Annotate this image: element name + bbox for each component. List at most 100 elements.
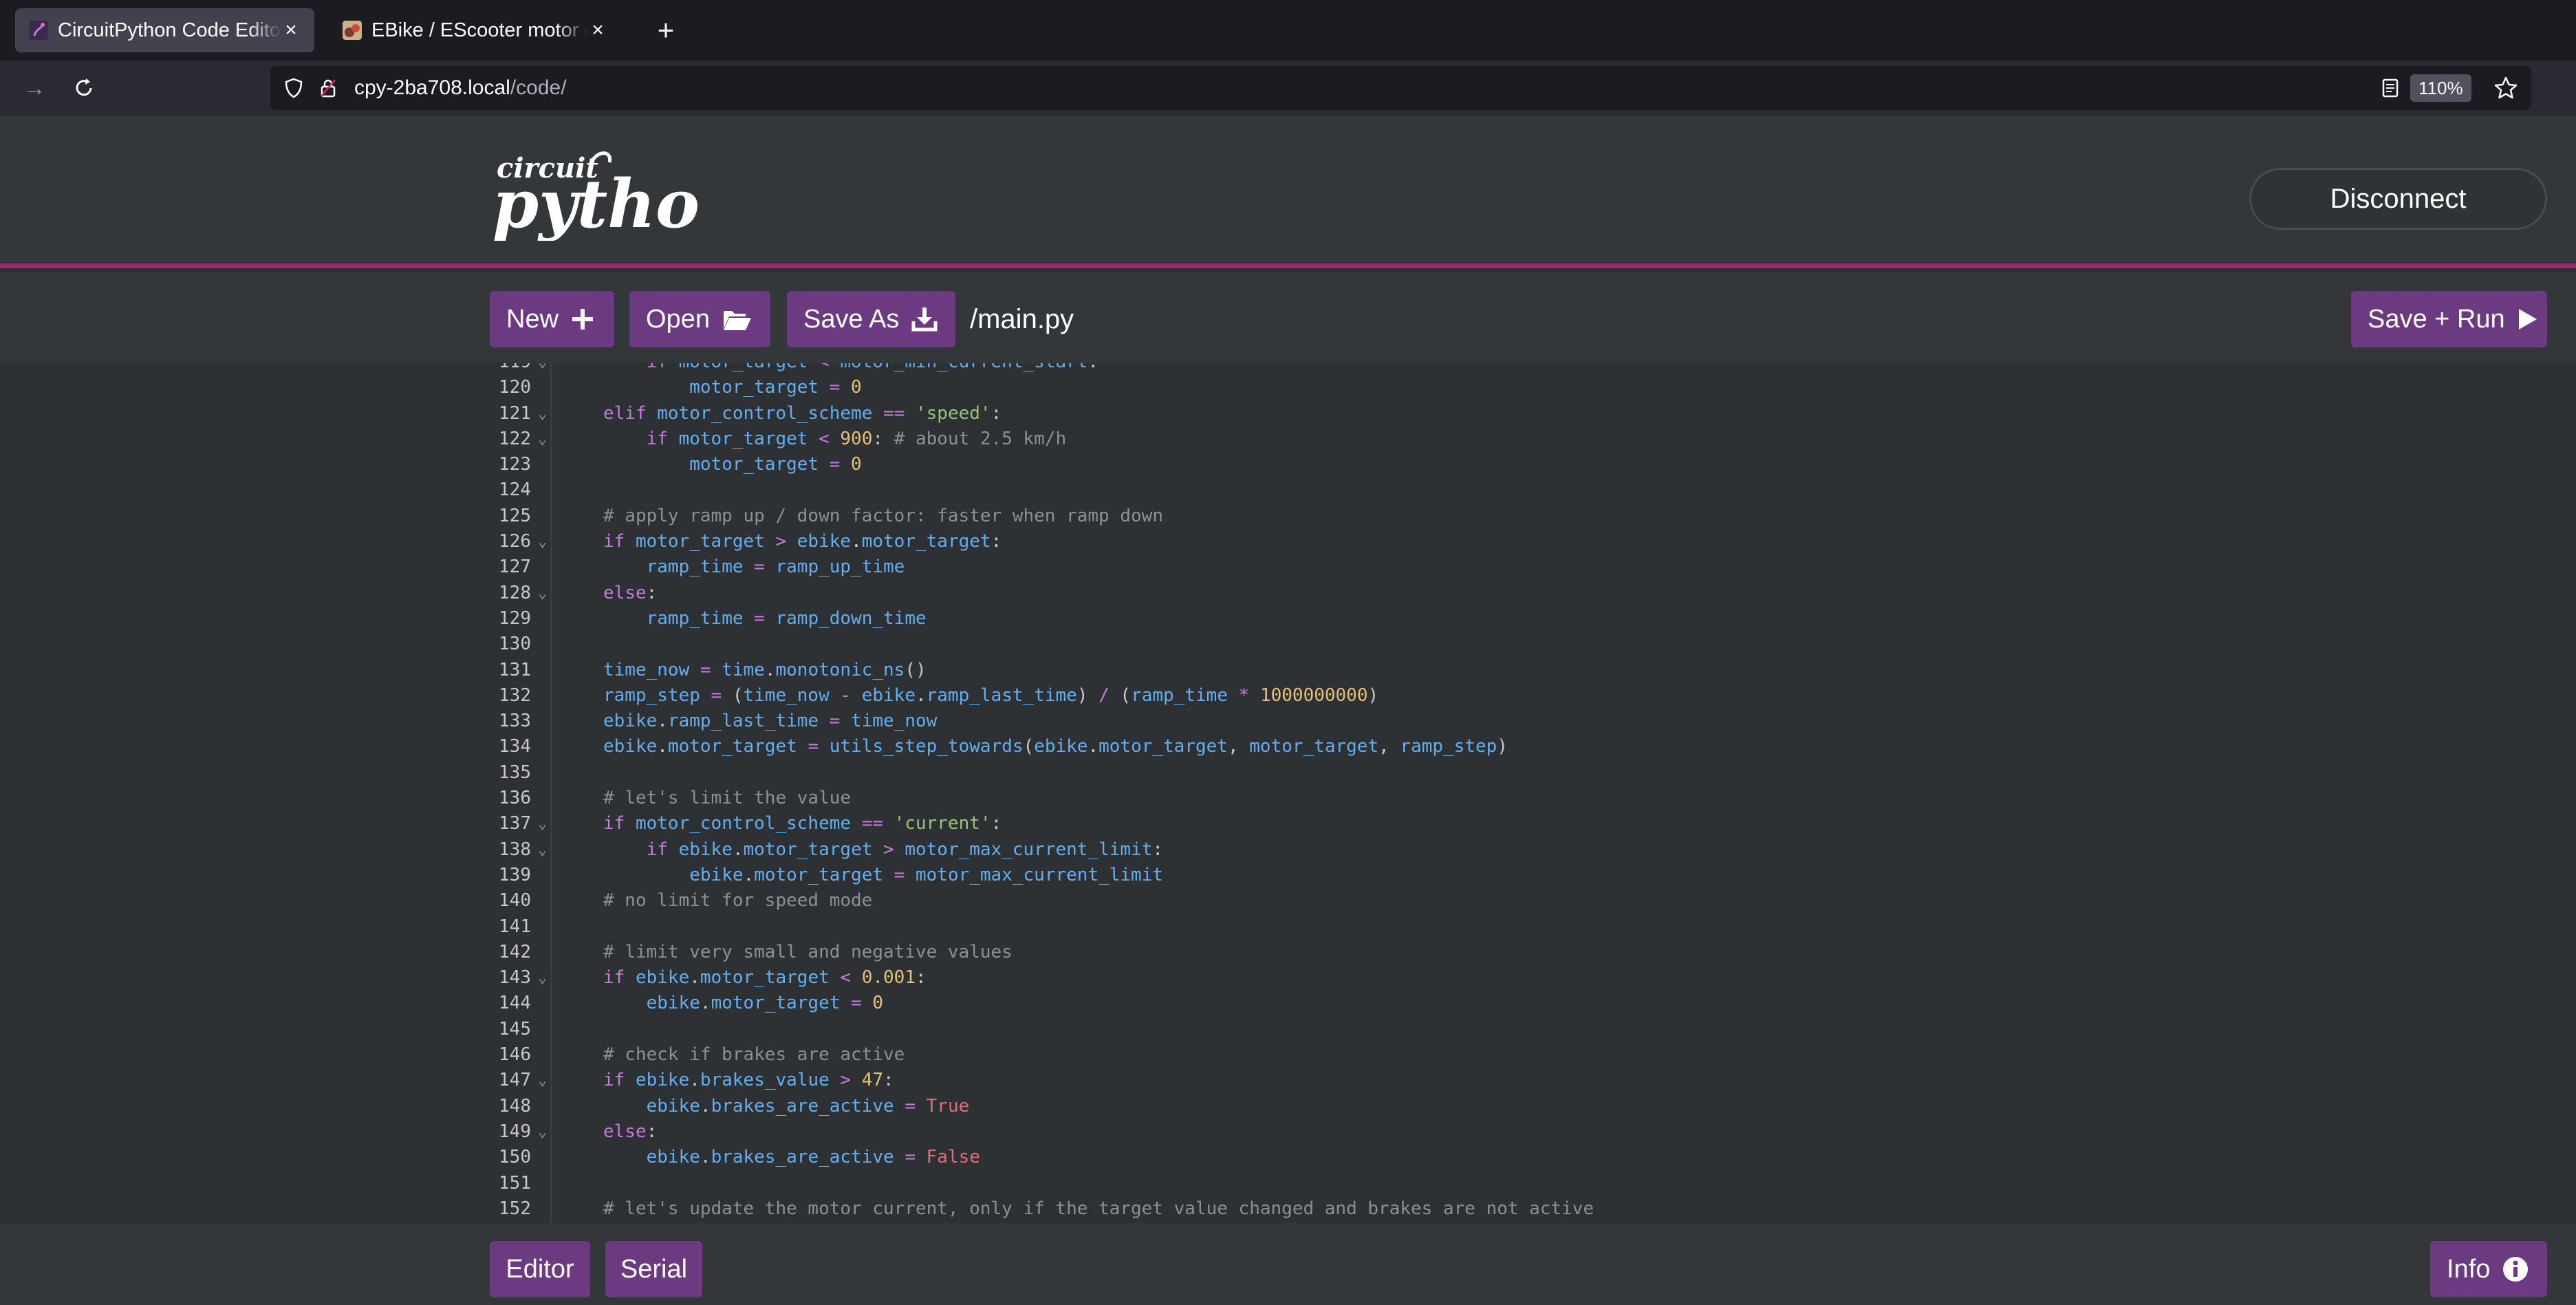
code-text[interactable]: if motor_control_scheme == 'current': bbox=[603, 811, 1002, 837]
code-text[interactable]: elif motor_control_scheme == 'speed': bbox=[603, 401, 1002, 427]
code-line[interactable]: 125 # apply ramp up / down factor: faster… bbox=[0, 504, 2576, 529]
code-text[interactable]: # apply ramp up / down factor: faster wh… bbox=[603, 504, 1163, 529]
code-text[interactable]: if ebike.motor_target < 0.001: bbox=[603, 965, 927, 991]
code-lines[interactable]: 119 ⌄ if motor_target < motor_min_current… bbox=[0, 363, 2576, 1222]
code-text[interactable]: ebike.motor_target = 0 bbox=[603, 991, 883, 1016]
new-file-button[interactable]: New bbox=[490, 291, 614, 347]
code-text[interactable]: ramp_time = ramp_down_time bbox=[603, 606, 927, 632]
code-line[interactable]: 144 ebike.motor_target = 0 bbox=[0, 991, 2576, 1016]
code-line[interactable]: 131 time_now = time.monotonic_ns() bbox=[0, 658, 2576, 683]
code-text[interactable]: else: bbox=[603, 581, 657, 606]
close-tab-icon[interactable]: × bbox=[588, 19, 607, 42]
code-token: motor_max_current_limit bbox=[905, 839, 1153, 860]
fold-chevron-icon[interactable]: ⌄ bbox=[538, 811, 547, 837]
code-text[interactable]: # no limit for speed mode bbox=[603, 888, 872, 914]
fold-chevron-icon[interactable]: ⌄ bbox=[538, 1068, 547, 1093]
code-line[interactable]: 146 # check if brakes are active bbox=[0, 1042, 2576, 1068]
code-editor[interactable]: 119 ⌄ if motor_target < motor_min_current… bbox=[0, 363, 2576, 1223]
code-text[interactable]: if motor_target > ebike.motor_target: bbox=[603, 529, 1002, 554]
tab-circuitpython-editor[interactable]: CircuitPython Code Editor × bbox=[15, 8, 314, 52]
code-line[interactable]: 124 bbox=[0, 477, 2576, 503]
fold-chevron-icon[interactable]: ⌄ bbox=[538, 401, 547, 427]
code-token: = bbox=[754, 557, 765, 578]
code-text[interactable]: # let's update the motor current, only i… bbox=[603, 1196, 1594, 1222]
code-text[interactable]: else: bbox=[603, 1119, 657, 1145]
code-line[interactable]: 142 # limit very small and negative value… bbox=[0, 940, 2576, 965]
editor-tab-button[interactable]: Editor bbox=[490, 1241, 590, 1297]
code-line[interactable]: 130 bbox=[0, 632, 2576, 657]
bookmark-star-icon[interactable] bbox=[2493, 76, 2518, 100]
code-text[interactable]: motor_target = 0 bbox=[603, 452, 861, 477]
lock-icon[interactable] bbox=[317, 77, 339, 99]
fold-chevron-icon[interactable]: ⌄ bbox=[538, 581, 547, 606]
address-bar[interactable]: cpy-2ba708.local/code/ 110% bbox=[270, 66, 2531, 110]
code-line[interactable]: 149 ⌄ else: bbox=[0, 1119, 2576, 1145]
code-line[interactable]: 143 ⌄ if ebike.motor_target < 0.001: bbox=[0, 965, 2576, 991]
code-text[interactable]: # check if brakes are active bbox=[603, 1042, 905, 1068]
info-button[interactable]: Info bbox=[2430, 1241, 2547, 1297]
code-line[interactable]: 134 ebike.motor_target = utils_step_towar… bbox=[0, 734, 2576, 759]
code-line[interactable]: 147 ⌄ if ebike.brakes_value > 47: bbox=[0, 1068, 2576, 1093]
code-text[interactable]: if ebike.brakes_value > 47: bbox=[603, 1068, 894, 1093]
code-line[interactable]: 128 ⌄ else: bbox=[0, 581, 2576, 606]
code-line[interactable]: 145 bbox=[0, 1017, 2576, 1042]
code-text[interactable]: # limit very small and negative values bbox=[603, 940, 1013, 965]
code-line[interactable]: 129 ramp_time = ramp_down_time bbox=[0, 606, 2576, 632]
reload-icon[interactable] bbox=[67, 72, 100, 105]
code-line[interactable]: 150 ebike.brakes_are_active = False bbox=[0, 1145, 2576, 1170]
tab-ebike-controller[interactable]: EBike / EScooter motor controller × bbox=[329, 8, 621, 52]
code-line[interactable]: 119 ⌄ if motor_target < motor_min_current… bbox=[0, 363, 2576, 375]
code-text[interactable]: ebike.brakes_are_active = True bbox=[603, 1094, 970, 1119]
code-text[interactable]: ebike.motor_target = utils_step_towards(… bbox=[603, 734, 1508, 759]
code-line[interactable]: 136 # let's limit the value bbox=[0, 786, 2576, 811]
code-line[interactable]: 132 ramp_step = (time_now - ebike.ramp_la… bbox=[0, 683, 2576, 709]
url-text[interactable]: cpy-2ba708.local/code/ bbox=[354, 66, 567, 110]
code-text[interactable]: ramp_time = ramp_up_time bbox=[603, 554, 905, 580]
code-line[interactable]: 138 ⌄ if ebike.motor_target > motor_max_c… bbox=[0, 837, 2576, 863]
code-line[interactable]: 122 ⌄ if motor_target < 900: # about 2.5 … bbox=[0, 427, 2576, 452]
code-line[interactable]: 137 ⌄ if motor_control_scheme == 'current'… bbox=[0, 811, 2576, 837]
code-text[interactable]: if ebike.motor_target > motor_max_curren… bbox=[603, 837, 1163, 863]
code-text[interactable]: ebike.ramp_last_time = time_now bbox=[603, 709, 937, 734]
serial-tab-button[interactable]: Serial bbox=[605, 1241, 702, 1297]
line-number: 130 bbox=[499, 634, 531, 655]
code-line[interactable]: 148 ebike.brakes_are_active = True bbox=[0, 1094, 2576, 1119]
code-line[interactable]: 151 bbox=[0, 1171, 2576, 1196]
code-text[interactable]: ramp_step = (time_now - ebike.ramp_last_… bbox=[603, 683, 1378, 709]
code-line[interactable]: 127 ramp_time = ramp_up_time bbox=[0, 554, 2576, 580]
fold-chevron-icon[interactable]: ⌄ bbox=[538, 427, 547, 452]
code-line[interactable]: 152 # let's update the motor current, onl… bbox=[0, 1196, 2576, 1222]
fold-chevron-icon[interactable]: ⌄ bbox=[538, 529, 547, 554]
disconnect-button[interactable]: Disconnect bbox=[2249, 168, 2547, 230]
code-line[interactable]: 140 # no limit for speed mode bbox=[0, 888, 2576, 914]
code-text[interactable]: ebike.brakes_are_active = False bbox=[603, 1145, 980, 1170]
zoom-level-badge[interactable]: 110% bbox=[2410, 74, 2471, 102]
fold-chevron-icon[interactable]: ⌄ bbox=[538, 363, 547, 375]
code-text[interactable]: if motor_target < motor_min_current_star… bbox=[603, 363, 1098, 375]
fold-chevron-icon[interactable]: ⌄ bbox=[538, 965, 547, 991]
code-text[interactable]: if motor_target < 900: # about 2.5 km/h bbox=[603, 427, 1067, 452]
save-run-button[interactable]: Save + Run bbox=[2351, 291, 2547, 347]
code-text[interactable]: time_now = time.monotonic_ns() bbox=[603, 658, 927, 683]
code-line[interactable]: 121 ⌄ elif motor_control_scheme == 'speed'… bbox=[0, 401, 2576, 427]
close-tab-icon[interactable]: × bbox=[281, 19, 301, 42]
code-line[interactable]: 141 bbox=[0, 914, 2576, 940]
code-line[interactable]: 139 ebike.motor_target = motor_max_curre… bbox=[0, 863, 2576, 888]
forward-arrow-icon[interactable]: → bbox=[18, 72, 51, 105]
code-text[interactable]: motor_target = 0 bbox=[603, 375, 861, 400]
new-tab-plus-icon[interactable]: + bbox=[648, 12, 684, 48]
reader-view-icon[interactable] bbox=[2379, 77, 2401, 99]
code-line[interactable]: 133 ebike.ramp_last_time = time_now bbox=[0, 709, 2576, 734]
save-as-button[interactable]: Save As bbox=[787, 291, 955, 347]
code-line[interactable]: 135 bbox=[0, 760, 2576, 786]
shield-icon[interactable] bbox=[283, 77, 305, 99]
code-text[interactable]: # let's limit the value bbox=[603, 786, 851, 811]
code-line[interactable]: 126 ⌄ if motor_target > ebike.motor_target… bbox=[0, 529, 2576, 554]
code-line[interactable]: 120 motor_target = 0 bbox=[0, 375, 2576, 400]
fold-chevron-icon[interactable]: ⌄ bbox=[538, 1119, 547, 1145]
fold-chevron-icon[interactable]: ⌄ bbox=[538, 837, 547, 863]
open-file-button[interactable]: Open bbox=[629, 291, 770, 347]
code-line[interactable]: 123 motor_target = 0 bbox=[0, 452, 2576, 477]
code-text[interactable]: ebike.motor_target = motor_max_current_l… bbox=[603, 863, 1163, 888]
